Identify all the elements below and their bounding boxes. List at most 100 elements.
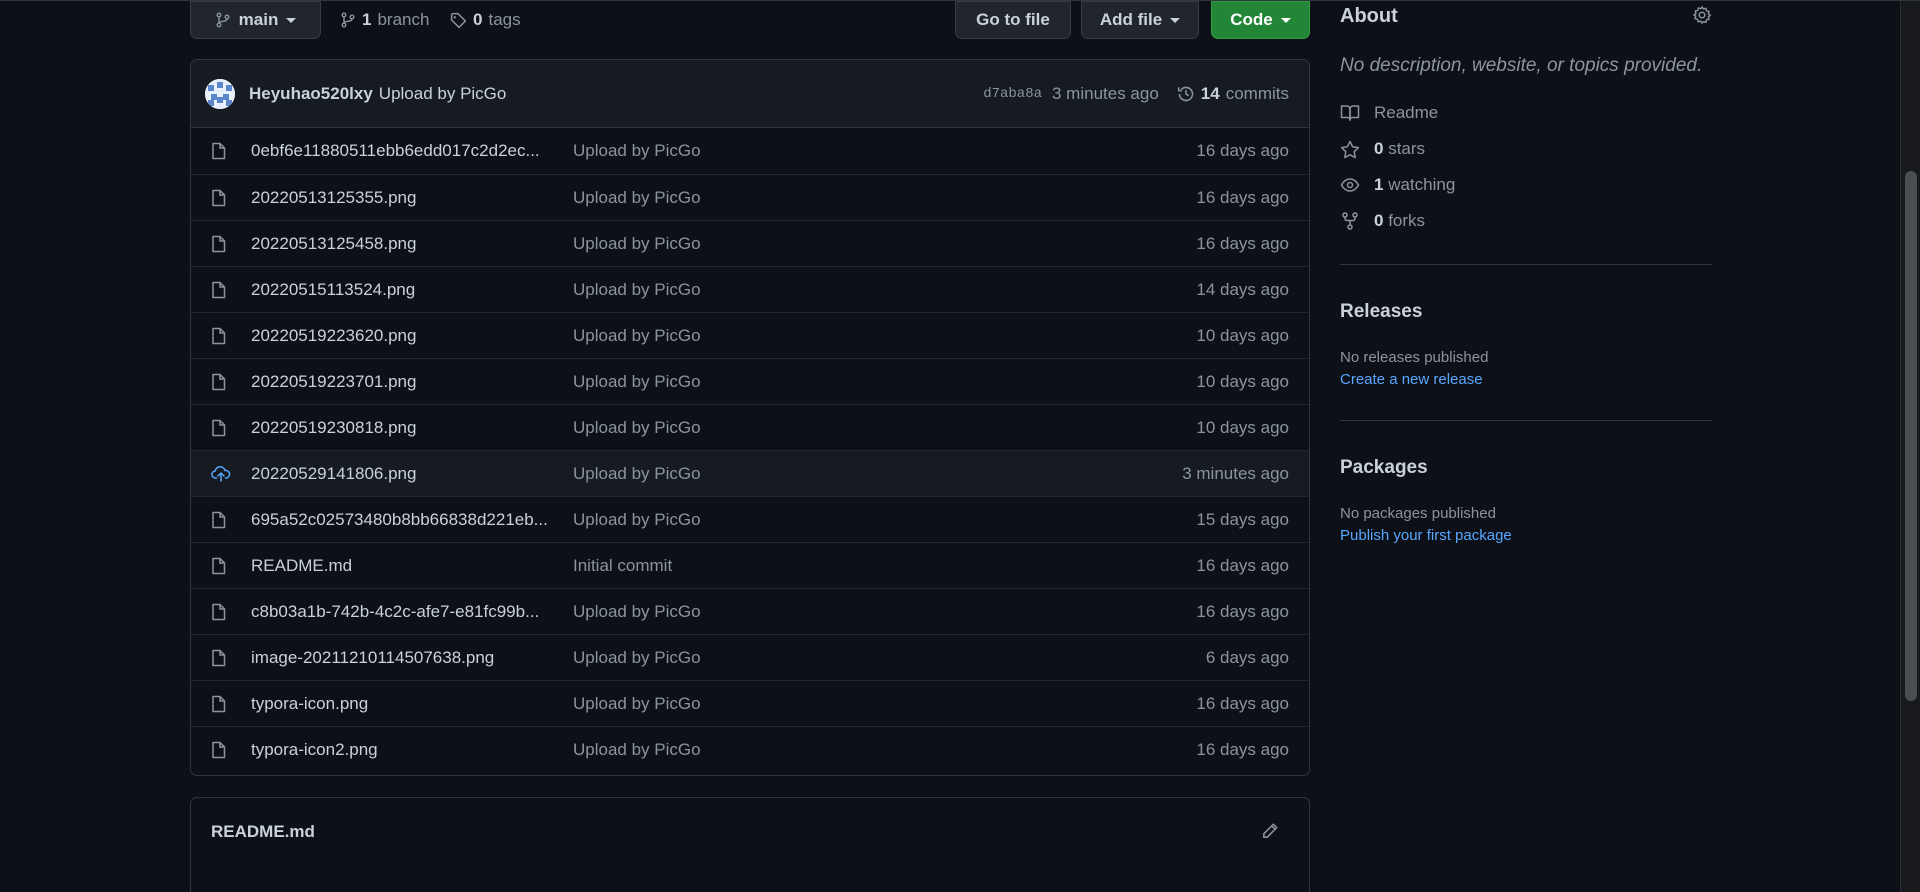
file-age: 16 days ago bbox=[1196, 739, 1289, 759]
file-icon bbox=[211, 649, 227, 667]
add-file-button[interactable]: Add file bbox=[1081, 1, 1199, 39]
readme-title[interactable]: README.md bbox=[211, 822, 315, 842]
file-row[interactable]: 20220513125355.png Upload by PicGo 16 da… bbox=[191, 174, 1309, 220]
packages-heading[interactable]: Packages bbox=[1340, 457, 1428, 479]
file-name-link[interactable]: README.md bbox=[251, 556, 551, 576]
file-age: 10 days ago bbox=[1196, 417, 1289, 437]
file-row[interactable]: 20220519223701.png Upload by PicGo 10 da… bbox=[191, 358, 1309, 404]
code-button[interactable]: Code bbox=[1211, 1, 1310, 39]
file-commit-message[interactable]: Upload by PicGo bbox=[573, 464, 701, 484]
stars-link[interactable]: 0 stars bbox=[1340, 139, 1425, 159]
file-row[interactable]: README.md Initial commit 16 days ago bbox=[191, 542, 1309, 588]
page-scrollbar[interactable] bbox=[1900, 1, 1920, 892]
gear-icon[interactable] bbox=[1692, 5, 1712, 25]
file-name-link[interactable]: 20220519223701.png bbox=[251, 372, 551, 392]
branch-select-button[interactable]: main bbox=[190, 1, 321, 39]
file-name-link[interactable]: 20220515113524.png bbox=[251, 280, 551, 300]
tag-icon bbox=[450, 12, 467, 29]
tags-link[interactable]: 0 tags bbox=[450, 10, 521, 30]
readme-link[interactable]: Readme bbox=[1340, 103, 1438, 123]
file-row[interactable]: 695a52c02573480b8bb66838d221eb... Upload… bbox=[191, 496, 1309, 542]
file-icon bbox=[211, 557, 227, 575]
file-commit-message[interactable]: Upload by PicGo bbox=[573, 418, 701, 438]
file-commit-message[interactable]: Upload by PicGo bbox=[573, 602, 701, 622]
file-row[interactable]: 20220515113524.png Upload by PicGo 14 da… bbox=[191, 266, 1309, 312]
file-commit-message[interactable]: Upload by PicGo bbox=[573, 694, 701, 714]
file-commit-message[interactable]: Upload by PicGo bbox=[573, 510, 701, 530]
releases-heading[interactable]: Releases bbox=[1340, 301, 1422, 323]
file-commit-message[interactable]: Upload by PicGo bbox=[573, 280, 701, 300]
file-name-link[interactable]: 20220513125458.png bbox=[251, 234, 551, 254]
publish-package-link[interactable]: Publish your first package bbox=[1340, 527, 1512, 544]
file-commit-message[interactable]: Upload by PicGo bbox=[573, 372, 701, 392]
commit-hash-link[interactable]: d7aba8a bbox=[983, 86, 1042, 102]
create-release-link[interactable]: Create a new release bbox=[1340, 371, 1483, 388]
file-row[interactable]: image-20211210114507638.png Upload by Pi… bbox=[191, 634, 1309, 680]
commit-time: 3 minutes ago bbox=[1052, 84, 1159, 103]
file-name-link[interactable]: 20220519223620.png bbox=[251, 326, 551, 346]
scrollbar-thumb[interactable] bbox=[1905, 171, 1917, 701]
commits-history-link[interactable]: 14 commits bbox=[1177, 84, 1289, 104]
repo-toolbar: main 1 branch 0 tags Go to file Add file… bbox=[190, 1, 1310, 41]
file-age: 10 days ago bbox=[1196, 325, 1289, 345]
add-file-label: Add file bbox=[1099, 10, 1163, 29]
file-name-link[interactable]: typora-icon.png bbox=[251, 694, 551, 714]
file-age: 16 days ago bbox=[1196, 187, 1289, 207]
file-row[interactable]: 20220519230818.png Upload by PicGo 10 da… bbox=[191, 404, 1309, 450]
file-name-link[interactable]: 695a52c02573480b8bb66838d221eb... bbox=[251, 510, 551, 530]
file-rows: 0ebf6e11880511ebb6edd017c2d2ec... Upload… bbox=[191, 128, 1309, 772]
cloud-upload-icon bbox=[211, 465, 231, 483]
branch-count: 1 bbox=[362, 10, 372, 29]
file-row[interactable]: 20220529141806.png Upload by PicGo 3 min… bbox=[191, 450, 1309, 496]
commit-author-link[interactable]: Heyuhao520lxy bbox=[249, 84, 373, 104]
file-commit-message[interactable]: Upload by PicGo bbox=[573, 234, 701, 254]
file-commit-message[interactable]: Upload by PicGo bbox=[573, 188, 701, 208]
file-name-link[interactable]: 20220529141806.png bbox=[251, 464, 551, 484]
file-age: 10 days ago bbox=[1196, 371, 1289, 391]
file-age: 16 days ago bbox=[1196, 555, 1289, 575]
file-icon bbox=[211, 142, 227, 160]
branch-word: branch bbox=[377, 10, 430, 29]
tag-count: 0 bbox=[473, 10, 483, 29]
file-icon bbox=[211, 327, 227, 345]
file-row[interactable]: 20220519223620.png Upload by PicGo 10 da… bbox=[191, 312, 1309, 358]
watchers-link[interactable]: 1 watching bbox=[1340, 175, 1455, 195]
file-name-link[interactable]: 0ebf6e11880511ebb6edd017c2d2ec... bbox=[251, 141, 551, 161]
latest-commit-bar: Heyuhao520lxy Upload by PicGo d7aba8a 3 … bbox=[191, 60, 1309, 128]
file-name-link[interactable]: typora-icon2.png bbox=[251, 740, 551, 760]
file-row[interactable]: 20220513125458.png Upload by PicGo 16 da… bbox=[191, 220, 1309, 266]
watching-count: 1 bbox=[1374, 175, 1384, 194]
file-age: 16 days ago bbox=[1196, 141, 1289, 160]
branches-link[interactable]: 1 branch bbox=[340, 10, 429, 30]
file-age: 3 minutes ago bbox=[1182, 463, 1289, 483]
avatar[interactable] bbox=[205, 78, 235, 109]
file-name-link[interactable]: c8b03a1b-742b-4c2c-afe7-e81fc99b... bbox=[251, 602, 551, 622]
file-row[interactable]: typora-icon.png Upload by PicGo 16 days … bbox=[191, 680, 1309, 726]
forks-link[interactable]: 0 forks bbox=[1340, 211, 1425, 231]
file-row[interactable]: 0ebf6e11880511ebb6edd017c2d2ec... Upload… bbox=[191, 128, 1309, 174]
file-name-link[interactable]: 20220519230818.png bbox=[251, 418, 551, 438]
commit-message-link[interactable]: Upload by PicGo bbox=[379, 84, 507, 104]
repo-forked-icon bbox=[1340, 211, 1360, 231]
git-branch-icon bbox=[215, 12, 231, 28]
file-commit-message[interactable]: Upload by PicGo bbox=[573, 326, 701, 346]
divider bbox=[1340, 420, 1712, 421]
file-commit-message[interactable]: Upload by PicGo bbox=[573, 740, 701, 760]
file-commit-message[interactable]: Initial commit bbox=[573, 556, 672, 576]
packages-empty-text: No packages published bbox=[1340, 505, 1496, 522]
forks-word: forks bbox=[1388, 211, 1426, 230]
branch-label: main bbox=[238, 10, 279, 29]
eye-icon bbox=[1340, 177, 1360, 193]
file-name-link[interactable]: 20220513125355.png bbox=[251, 188, 551, 208]
pencil-icon[interactable] bbox=[1261, 822, 1279, 840]
file-name-link[interactable]: image-20211210114507638.png bbox=[251, 648, 551, 668]
commit-count: 14 bbox=[1200, 84, 1220, 103]
file-commit-message[interactable]: Upload by PicGo bbox=[573, 648, 701, 668]
git-branch-icon bbox=[340, 12, 356, 28]
file-commit-message[interactable]: Upload by PicGo bbox=[573, 141, 701, 161]
file-row[interactable]: c8b03a1b-742b-4c2c-afe7-e81fc99b... Uplo… bbox=[191, 588, 1309, 634]
file-row[interactable]: typora-icon2.png Upload by PicGo 16 days… bbox=[191, 726, 1309, 772]
watching-word: watching bbox=[1388, 175, 1456, 194]
file-age: 16 days ago bbox=[1196, 601, 1289, 621]
go-to-file-button[interactable]: Go to file bbox=[955, 1, 1071, 39]
